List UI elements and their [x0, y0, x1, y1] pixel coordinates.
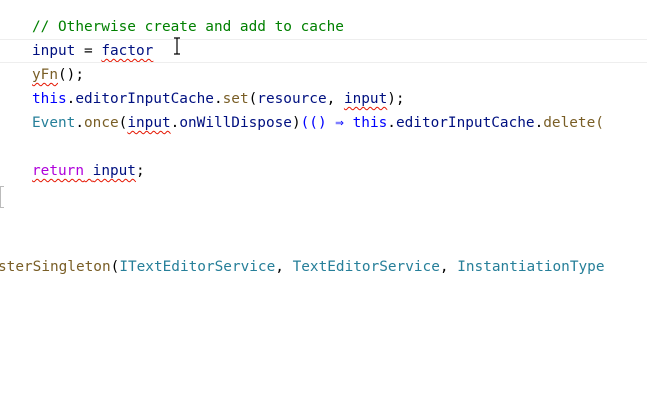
token-editor-input-cache: editorInputCache [395, 115, 535, 131]
token-assign: = [75, 43, 102, 59]
token-paren: ( [248, 91, 258, 107]
token-paren: ( [110, 259, 120, 275]
token-input-error: input [343, 91, 388, 107]
token-comma: , [275, 259, 293, 275]
code-line-yfn: yFn(); [0, 63, 647, 87]
token-factor-error: factor [101, 43, 154, 59]
text-cursor-icon [174, 37, 180, 55]
token-input: input [32, 43, 76, 59]
code-editor[interactable]: // Otherwise create and add to cache inp… [0, 0, 647, 400]
token-paren-close: ) [291, 115, 301, 131]
token-resource: resource [257, 91, 327, 107]
code-line-event-once: Event.once(input.onWillDispose)(() ⇒ thi… [0, 111, 647, 135]
token-set: set [222, 91, 249, 107]
token-delete: delete( [543, 115, 604, 131]
token-once: once [84, 115, 119, 131]
token-this: this [32, 91, 67, 107]
token-comma: , [326, 91, 344, 107]
token-comma: , [439, 259, 458, 275]
token-yfn: yFn [32, 67, 58, 83]
code-line-cache-set: this.editorInputCache.set(resource, inpu… [0, 87, 647, 111]
code-line-return: return input; [0, 159, 647, 183]
folding-region-marker [0, 186, 4, 208]
token-parens: (); [58, 67, 84, 83]
code-line-register-singleton: sterSingleton(ITextEditorService, TextEd… [0, 255, 647, 279]
token-arrow: (() ⇒ [300, 115, 353, 131]
token-dot: . [213, 91, 223, 107]
token-dot: . [75, 115, 84, 131]
token-return: return [32, 163, 84, 179]
token-editor-input-cache: editorInputCache [75, 91, 214, 107]
token-input-error: input [127, 115, 171, 131]
token-itext-editor-service: ITextEditorService [119, 259, 276, 275]
token-paren-close: ); [387, 91, 405, 107]
token-dot: . [387, 115, 396, 131]
token-dot: . [534, 115, 544, 131]
code-line-comment: // Otherwise create and add to cache [0, 15, 647, 39]
token-input-error: input [92, 163, 136, 179]
comment-text: // Otherwise create and add to cache [32, 19, 344, 35]
token-on-will-dispose: onWillDispose [179, 115, 292, 131]
token-register-singleton: sterSingleton [0, 259, 111, 275]
code-line-current[interactable]: input = factor [0, 39, 647, 63]
token-event: Event [32, 115, 76, 131]
token-text-editor-service: TextEditorService [292, 259, 440, 275]
token-semicolon: ; [135, 163, 145, 179]
token-this: this [352, 115, 388, 131]
token-instantiation-type: InstantiationType [457, 259, 605, 275]
